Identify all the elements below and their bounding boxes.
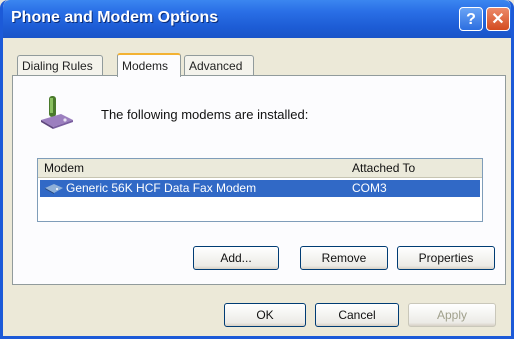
modems-panel: The following modems are installed: Mode… bbox=[12, 75, 506, 285]
ok-button[interactable]: OK bbox=[224, 303, 306, 327]
column-header-attached-to[interactable]: Attached To bbox=[352, 161, 415, 175]
apply-button: Apply bbox=[408, 303, 496, 327]
list-header: Modem Attached To bbox=[38, 159, 482, 178]
window-title: Phone and Modem Options bbox=[11, 9, 219, 26]
tab-dialing-rules[interactable]: Dialing Rules bbox=[17, 55, 103, 75]
close-icon[interactable]: ✕ bbox=[486, 7, 510, 31]
tab-modems[interactable]: Modems bbox=[117, 53, 181, 77]
modem-name-cell: Generic 56K HCF Data Fax Modem bbox=[66, 181, 257, 195]
cancel-button[interactable]: Cancel bbox=[315, 303, 399, 327]
table-row[interactable]: Generic 56K HCF Data Fax Modem COM3 bbox=[40, 180, 480, 197]
tab-advanced[interactable]: Advanced bbox=[184, 55, 254, 75]
column-header-modem[interactable]: Modem bbox=[44, 161, 84, 175]
attached-to-cell: COM3 bbox=[352, 181, 387, 195]
dialog-window: Phone and Modem Options ? ✕ Dialing Rule… bbox=[0, 0, 514, 339]
help-icon[interactable]: ? bbox=[459, 7, 483, 31]
modems-list[interactable]: Modem Attached To Generic 56K HCF Data F… bbox=[37, 158, 483, 222]
modem-phone-icon bbox=[41, 96, 73, 129]
add-button[interactable]: Add... bbox=[193, 246, 279, 270]
title-bar[interactable]: Phone and Modem Options ? ✕ bbox=[3, 0, 511, 38]
intro-text: The following modems are installed: bbox=[101, 107, 309, 122]
remove-button[interactable]: Remove bbox=[300, 246, 388, 270]
modem-icon bbox=[45, 184, 63, 194]
properties-button[interactable]: Properties bbox=[397, 246, 495, 270]
